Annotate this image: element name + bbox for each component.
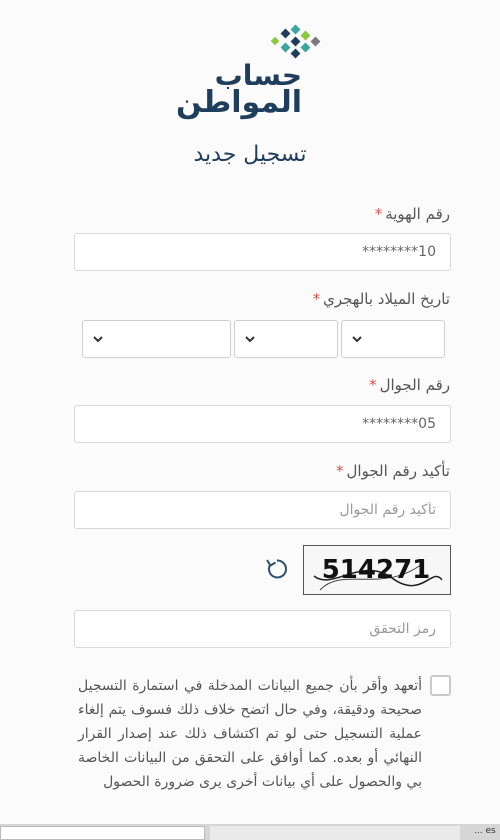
status-bar-field: [0, 826, 205, 840]
birth-month-select[interactable]: [234, 320, 338, 358]
chevron-down-icon: [245, 336, 255, 343]
status-bar-section: [210, 826, 460, 840]
captcha-image: 514271: [303, 545, 451, 595]
citizen-account-logo: حساب المواطن: [176, 24, 330, 118]
id-number-label: رقم الهوية*: [375, 205, 450, 223]
captcha-graphic: 514271: [313, 555, 443, 591]
status-bar-text: ... es: [474, 826, 496, 836]
mobile-label: رقم الجوال*: [369, 376, 450, 394]
page-title: تسجيل جديد: [193, 142, 307, 167]
captcha-text: 514271: [322, 555, 431, 585]
birth-year-select[interactable]: [82, 320, 231, 358]
required-mark: *: [336, 462, 344, 480]
captcha-input[interactable]: [74, 610, 451, 648]
terms-text: أتعهد وأقر بأن جميع البيانات المدخلة في …: [78, 678, 422, 790]
registration-page: حساب المواطن تسجيل جديد رقم الهوية* تاري…: [0, 0, 500, 840]
id-number-input[interactable]: [74, 233, 451, 271]
birth-day-select[interactable]: [341, 320, 445, 358]
mobile-label-text: رقم الجوال: [379, 376, 450, 394]
chevron-down-icon: [352, 336, 362, 343]
birth-date-label-text: تاريخ الميلاد بالهجري: [323, 290, 450, 308]
refresh-captcha-icon[interactable]: [264, 556, 290, 582]
status-bar: ... es: [0, 824, 500, 840]
logo-text-line2: المواطن: [175, 85, 302, 120]
required-mark: *: [374, 205, 383, 223]
required-mark: *: [369, 376, 377, 394]
confirm-mobile-label-text: تأكيد رقم الجوال: [346, 462, 450, 480]
mobile-input[interactable]: [74, 405, 451, 443]
confirm-mobile-input[interactable]: [74, 491, 451, 529]
birth-date-label: تاريخ الميلاد بالهجري*: [313, 290, 450, 308]
id-number-label-text: رقم الهوية: [385, 205, 450, 223]
chevron-down-icon: [93, 336, 103, 343]
confirm-mobile-label: تأكيد رقم الجوال*: [336, 462, 450, 480]
terms-checkbox[interactable]: [430, 675, 451, 696]
required-mark: *: [312, 290, 321, 308]
